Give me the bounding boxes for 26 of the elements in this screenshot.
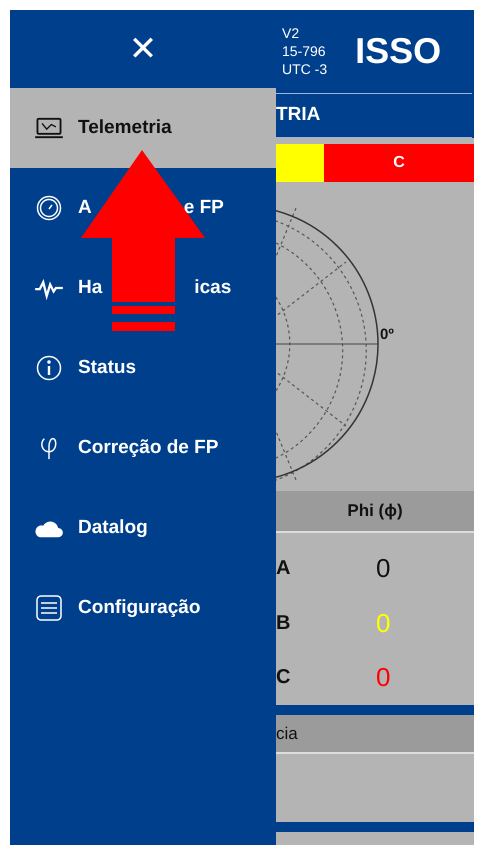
device-info: V2 xyxy=(282,24,300,42)
column-header: Phi (ϕ) xyxy=(347,501,403,521)
gauge-icon xyxy=(34,195,64,221)
phase-label: A xyxy=(276,556,292,580)
device-info: 15-796 xyxy=(282,42,327,60)
phi-value: 0 xyxy=(376,662,390,694)
section-header: cia xyxy=(276,724,298,744)
page-title: TRIA xyxy=(276,104,320,126)
phi-value: 0 xyxy=(376,608,390,638)
menu-item[interactable]: Correção de FP xyxy=(10,408,276,488)
menu-item[interactable]: Status xyxy=(10,328,276,408)
menu-item[interactable]: Ha icas xyxy=(10,248,276,328)
menu-item[interactable]: Configuração xyxy=(10,568,276,648)
info-icon xyxy=(34,355,64,381)
sliders-icon xyxy=(34,595,64,621)
menu-item[interactable]: Datalog xyxy=(10,488,276,568)
laptop-chart-icon xyxy=(34,115,64,141)
close-button[interactable]: ✕ xyxy=(122,29,164,69)
phase-label: C xyxy=(276,666,292,690)
phase-label: B xyxy=(276,612,292,634)
device-info: UTC -3 xyxy=(282,60,328,78)
logo: ISSO xyxy=(355,30,442,72)
menu-item[interactable]: Telemetria xyxy=(10,88,276,168)
menu-item[interactable]: A e FP xyxy=(10,168,276,248)
phi-value: 0 xyxy=(376,552,390,584)
angle-label: 0º xyxy=(380,326,394,343)
